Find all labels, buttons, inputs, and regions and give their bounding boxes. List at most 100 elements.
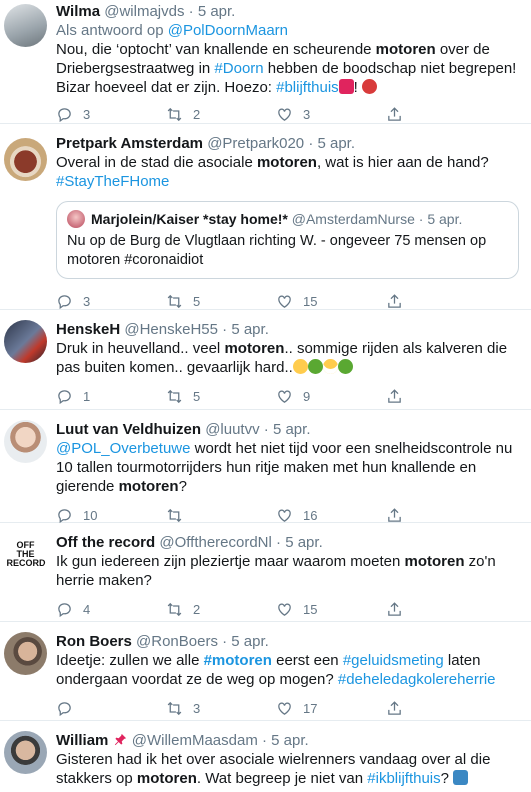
like-button[interactable]: 16 [276, 507, 386, 524]
tweet-text: @POL_Overbetuwe wordt het niet tijd voor… [56, 439, 519, 496]
quoted-date: 5 apr. [427, 211, 463, 227]
author-handle[interactable]: @WillemMaasdam [132, 732, 258, 749]
avatar[interactable] [4, 731, 47, 774]
tweet-text: Ik gun iedereen zijn pleziertje maar waa… [56, 552, 519, 590]
tweet-date[interactable]: 5 apr. [317, 135, 355, 152]
hashtag-link[interactable]: #blijfthuis [276, 79, 339, 96]
reply-button[interactable]: 3 [56, 106, 166, 123]
reply-count: 3 [83, 106, 91, 122]
like-button[interactable]: 3 [276, 106, 386, 123]
like-count: 16 [303, 507, 318, 523]
hashtag-link[interactable]: #StayTheFHome [56, 173, 169, 190]
retweet-button[interactable]: 3 [166, 700, 276, 717]
share-button[interactable] [386, 700, 426, 717]
like-button[interactable]: 17 [276, 700, 386, 717]
author-name[interactable]: Pretpark Amsterdam [56, 135, 203, 152]
reply-icon [58, 294, 71, 309]
tweet-date[interactable]: 5 apr. [271, 732, 309, 749]
avatar[interactable]: OFF THE RECORD [4, 533, 47, 576]
avatar[interactable] [4, 632, 47, 675]
tweet[interactable]: Ron Boers @RonBoers · 5 apr. Ideetje: zu… [0, 622, 531, 721]
hashtag-link[interactable]: #geluidsmeting [343, 652, 444, 669]
tweet-actions: 3 17 [56, 698, 519, 718]
tweet[interactable]: Wilma @wilmajvds · 5 apr. Als antwoord o… [0, 0, 531, 124]
tweet-feed: Wilma @wilmajvds · 5 apr. Als antwoord o… [0, 0, 531, 792]
tweet-header: Pretpark Amsterdam @Pretpark020 · 5 apr. [56, 134, 519, 153]
share-button[interactable] [386, 507, 426, 524]
reply-button[interactable]: 4 [56, 601, 166, 618]
separator: · [418, 211, 424, 227]
author-name[interactable]: Luut van Veldhuizen [56, 421, 201, 438]
author-name[interactable]: Off the record [56, 534, 155, 551]
reply-prefix: Als antwoord op [56, 22, 168, 39]
house-emoji [338, 79, 354, 94]
tweet[interactable]: William @WillemMaasdam · 5 apr. Gisteren… [0, 721, 531, 792]
retweet-button[interactable]: 5 [166, 293, 276, 310]
tweet[interactable]: Luut van Veldhuizen @luutvv · 5 apr. @PO… [0, 410, 531, 523]
retweet-button[interactable]: 2 [166, 106, 276, 123]
reply-icon [58, 107, 71, 122]
author-handle[interactable]: @luutvv [205, 421, 259, 438]
tweet-header: Luut van Veldhuizen @luutvv · 5 apr. [56, 420, 519, 439]
avatar[interactable] [4, 138, 47, 181]
share-button[interactable] [386, 601, 426, 618]
author-handle[interactable]: @RonBoers [136, 633, 218, 650]
tweet[interactable]: Pretpark Amsterdam @Pretpark020 · 5 apr.… [0, 124, 531, 310]
avatar[interactable] [4, 320, 47, 363]
reply-to-link[interactable]: @PolDoornMaarn [168, 22, 288, 39]
mention-link[interactable]: @POL_Overbetuwe [56, 440, 190, 457]
tweet-text: Nou, die ‘optocht’ van knallende en sche… [56, 40, 519, 97]
reply-button[interactable]: 3 [56, 293, 166, 310]
like-button[interactable]: 15 [276, 601, 386, 618]
tweet-date[interactable]: 5 apr. [231, 321, 269, 338]
author-name[interactable]: Ron Boers [56, 633, 132, 650]
author-name[interactable]: Wilma [56, 3, 100, 20]
text-span: ? [440, 770, 454, 787]
retweet-icon [167, 294, 182, 308]
tweet-text: Druk in heuvelland.. veel motoren.. somm… [56, 339, 519, 377]
retweet-button[interactable] [166, 507, 276, 524]
retweet-count: 5 [193, 293, 201, 309]
retweet-button[interactable]: 5 [166, 388, 276, 405]
like-icon [278, 295, 291, 308]
hashtag-link[interactable]: #Doorn [214, 60, 263, 77]
share-button[interactable] [386, 388, 426, 405]
author-handle[interactable]: @Pretpark020 [207, 135, 304, 152]
reply-button[interactable]: 1 [56, 388, 166, 405]
author-handle[interactable]: @OfftherecordNl [159, 534, 272, 551]
retweet-icon [167, 701, 182, 715]
retweet-count: 2 [193, 106, 201, 122]
highlight-term: motoren [375, 41, 436, 58]
retweet-button[interactable]: 2 [166, 601, 276, 618]
tweet-date[interactable]: 5 apr. [231, 633, 269, 650]
share-button[interactable] [386, 106, 426, 123]
avatar[interactable] [4, 420, 47, 463]
hashtag-link[interactable]: #deheledagkolereherrie [338, 671, 496, 688]
tweet-date[interactable]: 5 apr. [198, 3, 236, 20]
author-name[interactable]: HenskeH [56, 321, 120, 338]
reply-context: Als antwoord op @PolDoornMaarn [56, 21, 519, 40]
tweet[interactable]: OFF THE RECORD Off the record @Offtherec… [0, 523, 531, 622]
like-button[interactable]: 9 [276, 388, 386, 405]
reply-button[interactable] [56, 700, 166, 717]
author-name[interactable]: William [56, 732, 108, 749]
author-handle[interactable]: @HenskeH55 [124, 321, 218, 338]
share-icon [388, 388, 401, 403]
angry-emoji [362, 79, 378, 94]
reply-button[interactable]: 10 [56, 507, 166, 524]
tweet-date[interactable]: 5 apr. [273, 421, 311, 438]
quoted-tweet[interactable]: Marjolein/Kaiser *stay home!* @Amsterdam… [56, 201, 519, 279]
like-count: 17 [303, 700, 318, 716]
hashtag-link[interactable]: #ikblijfthuis [367, 770, 440, 787]
hashtag-link[interactable]: #motoren [204, 652, 272, 669]
tweet[interactable]: HenskeH @HenskeH55 · 5 apr. Druk in heuv… [0, 310, 531, 410]
text-span: ? [178, 478, 187, 495]
tweet-date[interactable]: 5 apr. [285, 534, 323, 551]
reply-icon [58, 701, 71, 716]
separator: · [222, 321, 228, 338]
author-handle[interactable]: @wilmajvds [104, 3, 184, 20]
like-button[interactable]: 15 [276, 293, 386, 310]
highlight-term: motoren [256, 154, 317, 171]
avatar[interactable] [4, 4, 47, 47]
share-button[interactable] [386, 293, 426, 310]
